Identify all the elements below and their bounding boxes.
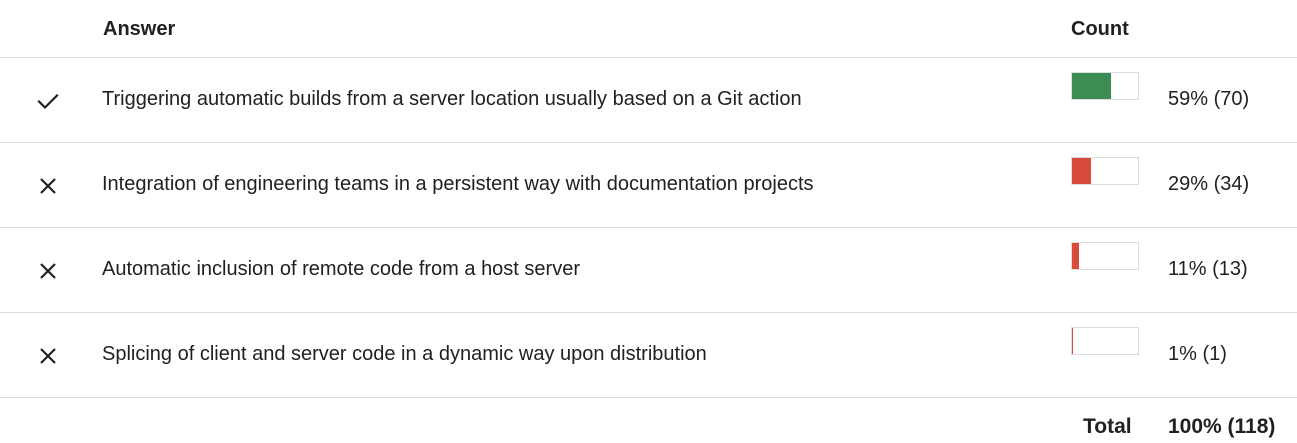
- check-icon: [36, 89, 60, 113]
- count-bar: [1071, 72, 1139, 100]
- answer-row: Triggering automatic builds from a serve…: [0, 58, 1297, 143]
- answer-row: Splicing of client and server code in a …: [0, 313, 1297, 398]
- count-bar-fill: [1072, 73, 1111, 99]
- answer-text: Automatic inclusion of remote code from …: [102, 258, 580, 280]
- answer-count: 1% (1): [1168, 343, 1227, 365]
- answer-text: Triggering automatic builds from a serve…: [102, 88, 802, 110]
- answer-count: 11% (13): [1168, 258, 1248, 280]
- total-row: Total 100% (118): [0, 398, 1297, 443]
- count-bar-fill: [1072, 158, 1092, 184]
- count-bar-fill: [1072, 243, 1080, 269]
- count-bar-fill: [1072, 328, 1073, 354]
- answer-text: Integration of engineering teams in a pe…: [102, 173, 814, 195]
- answer-column-header: Answer: [103, 18, 176, 40]
- answer-text: Splicing of client and server code in a …: [102, 343, 707, 365]
- count-column-header: Count: [1071, 18, 1129, 40]
- answer-results-table: Answer Count Triggering automatic builds…: [0, 0, 1297, 443]
- total-value: 100% (118): [1168, 415, 1276, 438]
- answer-row: Automatic inclusion of remote code from …: [0, 228, 1297, 313]
- answer-count: 59% (70): [1168, 88, 1250, 110]
- count-bar: [1071, 327, 1139, 355]
- count-bar: [1071, 242, 1139, 270]
- table-header-row: Answer Count: [0, 0, 1297, 58]
- answer-row: Integration of engineering teams in a pe…: [0, 143, 1297, 228]
- answer-count: 29% (34): [1168, 173, 1250, 195]
- cross-icon: [36, 344, 60, 368]
- total-label: Total: [1083, 415, 1132, 438]
- cross-icon: [36, 259, 60, 283]
- count-bar: [1071, 157, 1139, 185]
- cross-icon: [36, 174, 60, 198]
